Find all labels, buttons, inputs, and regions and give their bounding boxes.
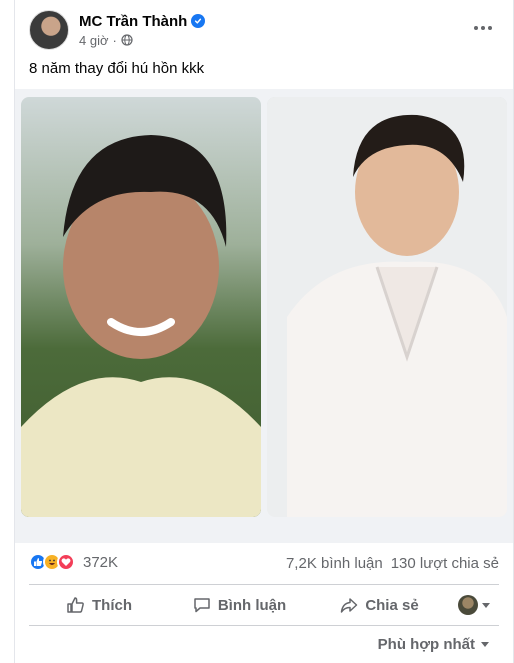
react-as-selector[interactable]: [449, 595, 499, 615]
comment-count[interactable]: 7,2K bình luận: [286, 555, 383, 572]
photo-before[interactable]: [21, 97, 261, 517]
comment-button[interactable]: Bình luận: [169, 588, 309, 622]
share-button[interactable]: Chia sẻ: [309, 588, 449, 622]
like-button[interactable]: Thích: [29, 588, 169, 622]
user-avatar: [458, 595, 478, 615]
more-options-icon[interactable]: [469, 18, 497, 38]
action-bar: Thích Bình luận Chia sẻ: [29, 584, 499, 626]
time-row: 4 giờ ·: [79, 33, 205, 48]
author-name[interactable]: MC Trần Thành: [79, 13, 187, 30]
share-label: Chia sẻ: [365, 596, 419, 614]
comment-bubble-icon: [194, 598, 210, 613]
post-meta: MC Trần Thành 4 giờ ·: [79, 13, 206, 48]
post-caption: 8 năm thay đổi hú hồn kkk: [29, 60, 205, 77]
engagement-stats: 7,2K bình luận 130 lượt chia sẻ: [286, 555, 499, 572]
comment-label: Bình luận: [217, 596, 287, 614]
globe-icon[interactable]: [121, 34, 133, 46]
comment-sort-dropdown[interactable]: Phù hợp nhất: [378, 636, 489, 653]
post-card: MC Trần Thành 4 giờ · 8 năm thay đổi hú …: [14, 0, 514, 663]
reaction-count[interactable]: 372K: [83, 554, 118, 571]
photo-after[interactable]: [267, 97, 507, 517]
post-timestamp[interactable]: 4 giờ: [79, 33, 109, 48]
photo-collage: [15, 89, 513, 543]
reactions-summary[interactable]: 372K: [29, 553, 118, 571]
chevron-down-icon: [481, 642, 489, 647]
like-label: Thích: [92, 596, 132, 614]
verified-badge-icon: [191, 14, 206, 28]
thumbs-up-icon: [67, 597, 84, 613]
separator-dot: ·: [112, 32, 117, 48]
share-arrow-icon: [341, 598, 358, 613]
chevron-down-icon: [482, 602, 490, 608]
author-avatar[interactable]: [29, 10, 69, 50]
sort-label: Phù hợp nhất: [377, 636, 475, 653]
post-header: MC Trần Thành 4 giờ ·: [29, 10, 206, 50]
share-count[interactable]: 130 lượt chia sẻ: [391, 555, 499, 572]
author-row: MC Trần Thành: [79, 13, 206, 30]
love-reaction-icon: [57, 553, 75, 571]
